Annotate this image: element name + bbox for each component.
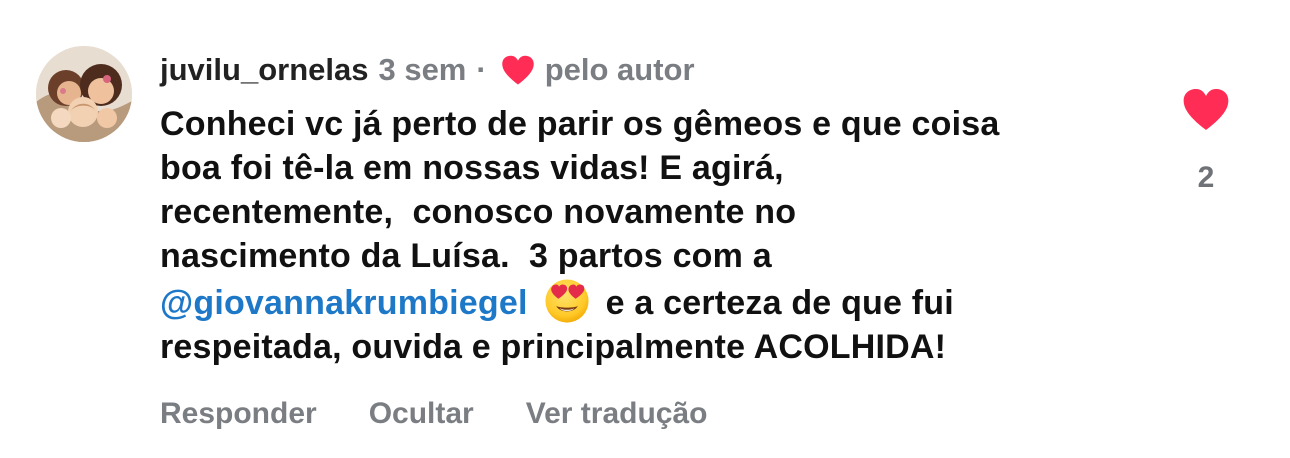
meta-separator: · (476, 52, 487, 87)
like-count: 2 (1197, 161, 1215, 194)
heart-icon (501, 55, 534, 85)
avatar[interactable] (36, 46, 132, 142)
heart-eyes-emoji (545, 279, 589, 323)
comment-line: Conheci vc já perto de parir os gêmeos e… (160, 105, 1000, 143)
comment-line: recentemente, conosco novamente no (160, 193, 797, 231)
comment-line: boa foi tê-la em nossas vidas! E agirá, (160, 149, 784, 187)
translate-button[interactable]: Ver tradução (526, 392, 708, 436)
heart-filled-icon[interactable] (1182, 88, 1230, 132)
hide-button[interactable]: Ocultar (369, 392, 474, 436)
comment-text: Conheci vc já perto de parir os gêmeos e… (160, 102, 1160, 369)
comment-meta: juvilu_ornelas 3 sem · pelo autor (160, 48, 695, 92)
comment-actions: Responder Ocultar Ver tradução (160, 392, 707, 436)
reply-button[interactable]: Responder (160, 392, 317, 436)
comment-continuation: e a certeza de que fui (605, 284, 954, 322)
liked-by-author-label: pelo autor (544, 52, 695, 87)
comment-line: respeitada, ouvida e principalmente ACOL… (160, 328, 947, 366)
comment-time: 3 sem (378, 52, 467, 87)
comment-item: juvilu_ornelas 3 sem · pelo autor Conhec… (0, 0, 1290, 458)
username[interactable]: juvilu_ornelas (160, 50, 368, 90)
comment-line-with-mention: @giovannakrumbiegel e a certeza de que f… (160, 278, 1160, 325)
comment-line: nascimento da Luísa. 3 partos com a (160, 237, 772, 275)
mention-link[interactable]: @giovannakrumbiegel (160, 284, 528, 322)
avatar-photo (36, 46, 132, 142)
